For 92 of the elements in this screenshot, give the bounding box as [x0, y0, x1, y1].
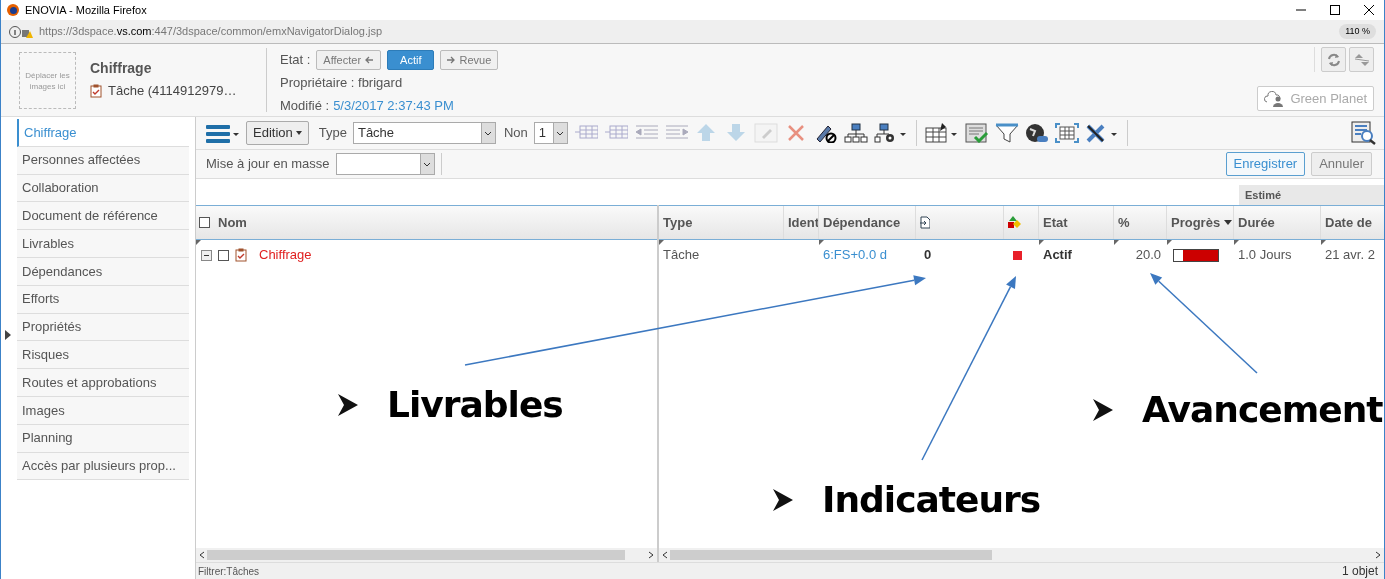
report-search-icon[interactable] — [1350, 121, 1376, 145]
sidebar-item[interactable]: Collaboration — [17, 174, 189, 203]
date-cell-text: 21 avr. 2 — [1325, 246, 1375, 265]
type-dropdown[interactable]: Tâche — [352, 122, 496, 144]
sidebar-item[interactable]: Planning — [17, 424, 189, 453]
hierarchy-settings-icon[interactable] — [873, 123, 908, 143]
close-icon[interactable] — [1364, 5, 1374, 15]
table-edit-icon[interactable] — [924, 123, 959, 143]
sidebar-item[interactable]: Accès par plusieurs prop... — [17, 452, 189, 481]
caret-icon — [295, 131, 302, 135]
object-subtitle: Tâche (4114912979… — [108, 82, 237, 100]
scroll-left-icon[interactable] — [662, 551, 668, 559]
sidebar-item[interactable]: Efforts — [17, 285, 189, 314]
maximize-icon[interactable] — [1330, 5, 1340, 15]
sidebar-item[interactable]: Images — [17, 396, 189, 425]
shapes-icon — [1008, 216, 1021, 229]
document-icon — [920, 216, 930, 229]
column-header[interactable]: Etat — [1039, 206, 1114, 239]
column-header[interactable]: Progrès — [1167, 206, 1234, 239]
scroll-right-icon[interactable] — [648, 551, 654, 559]
edition-menu-button[interactable]: Edition — [246, 121, 309, 145]
column-header[interactable]: Nom — [218, 212, 247, 233]
scroll-right-icon[interactable] — [1375, 551, 1381, 559]
chevron-down-icon — [484, 130, 493, 136]
sort-caret-icon — [1224, 220, 1233, 225]
hierarchy-icon[interactable] — [843, 123, 868, 143]
document-check-icon[interactable] — [964, 123, 989, 143]
sidebar-item[interactable]: Dépendances — [17, 258, 189, 286]
clipboard-check-icon — [90, 83, 102, 98]
window-title: ENOVIA - Mozilla Firefox — [25, 2, 147, 18]
duration-cell-text: 1.0 Jours — [1238, 246, 1292, 265]
table-frame-icon[interactable] — [1054, 123, 1079, 143]
state-button[interactable]: Revue — [440, 50, 499, 70]
task-name-link[interactable]: Chiffrage — [259, 245, 312, 265]
annotation-label: Avancement — [1142, 388, 1383, 432]
chevron-down-icon — [423, 161, 432, 167]
modified-date: 5/3/2017 2:37:43 PM — [333, 96, 454, 115]
state-cell-text: Actif — [1043, 246, 1072, 265]
select-all-checkbox[interactable] — [199, 217, 210, 228]
object-title: Chiffrage — [90, 59, 153, 78]
sidebar-item[interactable]: Livrables — [17, 230, 189, 258]
refresh-button[interactable] — [1321, 47, 1346, 72]
column-header[interactable]: Date de — [1321, 206, 1384, 239]
column-group-header: Estimé — [1239, 185, 1384, 205]
zoom-level[interactable]: 110 % — [1339, 23, 1376, 40]
owner-text: Propriétaire : fbrigard — [280, 74, 404, 92]
state-button[interactable]: Affecter — [316, 50, 382, 70]
scroll-left-icon[interactable] — [199, 551, 205, 559]
deliverables-count: 0 — [923, 246, 932, 265]
column-header[interactable]: Ident — [784, 206, 819, 239]
chevron-down-icon — [556, 130, 565, 136]
object-count: 1 objet — [1341, 563, 1379, 579]
collapse-icon[interactable] — [201, 249, 212, 261]
type-label: Type — [318, 124, 347, 143]
clipboard-check-icon — [235, 248, 247, 262]
annotation-label: Indicateurs — [822, 478, 1041, 522]
refresh-icon — [1326, 52, 1341, 67]
menu-icon[interactable] — [206, 123, 240, 143]
arrow-left-icon — [365, 56, 375, 64]
sidebar-item[interactable]: Risques — [17, 341, 189, 370]
mass-update-label: Mise à jour en masse — [206, 155, 330, 174]
column-header[interactable]: % — [1114, 206, 1167, 239]
expand-panel-icon[interactable] — [5, 330, 11, 340]
address-bar[interactable]: https://3dspace.vs.com:447/3dspace/common/emxNavigatorDialog.jsp — [39, 23, 383, 40]
modified-label: Modifié : — [280, 96, 330, 115]
annotation-label: Livrables — [387, 383, 563, 427]
sidebar-item[interactable]: Chiffrage — [17, 119, 189, 147]
percent-cell-text: 20.0 — [1135, 246, 1162, 265]
cancel-button[interactable]: Annuler — [1311, 152, 1372, 176]
filter-status: Filtrer:Tâches — [198, 564, 260, 579]
progress-bar — [1173, 248, 1219, 262]
browser-logo-icon — [7, 4, 19, 16]
row-checkbox[interactable] — [218, 249, 229, 261]
sidebar-item[interactable]: Personnes affectées — [17, 146, 189, 175]
sidebar-item[interactable]: Document de référence — [17, 202, 189, 231]
state-button[interactable]: Actif — [387, 50, 435, 70]
column-header[interactable]: Durée — [1234, 206, 1321, 239]
type-cell-text: Tâche — [663, 246, 700, 265]
arrow-right-icon — [447, 56, 456, 64]
level-dropdown[interactable]: 1 — [533, 122, 568, 144]
up-down-arrows-icon — [1353, 52, 1370, 67]
scrollbar-thumb[interactable] — [207, 550, 625, 560]
dependency-link[interactable]: 6:FS+0.0 d — [823, 245, 887, 265]
column-header[interactable]: Type — [659, 206, 784, 239]
sidebar-item[interactable]: Routes et approbations — [17, 369, 189, 397]
scrollbar-thumb[interactable] — [670, 550, 992, 560]
site-info-icon — [9, 24, 33, 39]
level-label: Non — [503, 124, 528, 143]
column-header[interactable]: Dépendance — [819, 206, 916, 239]
state-label: Etat : — [280, 51, 311, 70]
sidebar-item[interactable]: Propriétés — [17, 313, 189, 342]
filter-icon[interactable] — [994, 123, 1019, 143]
